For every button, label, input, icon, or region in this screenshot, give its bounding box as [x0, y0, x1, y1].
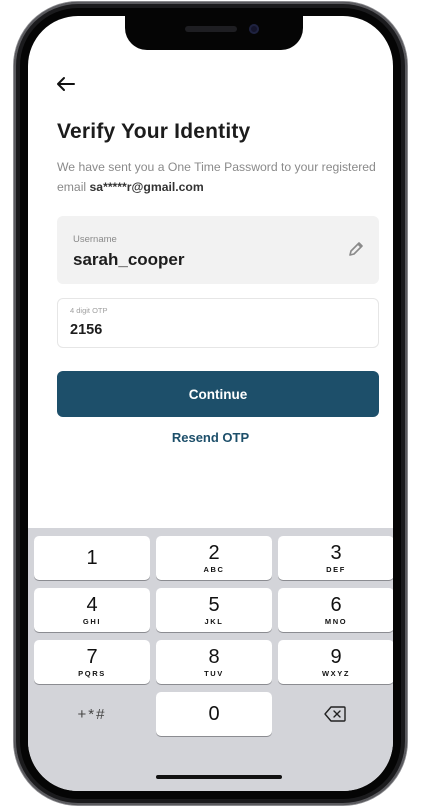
resend-otp-link[interactable]: Resend OTP: [28, 430, 393, 445]
key-letters: ABC: [203, 565, 225, 574]
key-number: 5: [208, 594, 220, 616]
key-8[interactable]: 8 TUV: [156, 640, 272, 684]
username-label: Username: [73, 234, 117, 245]
key-number: 1: [86, 547, 98, 569]
arrow-left-icon: [57, 77, 75, 91]
symbols-label: +*#: [77, 706, 107, 723]
continue-button[interactable]: Continue: [57, 371, 379, 417]
home-indicator[interactable]: [156, 775, 282, 779]
otp-input[interactable]: 4 digit OTP 2156: [57, 298, 379, 348]
key-number: 4: [86, 594, 98, 616]
phone-frame: Verify Your Identity We have sent you a …: [14, 2, 407, 805]
key-symbols[interactable]: +*#: [34, 692, 150, 736]
phone-bezel: Verify Your Identity We have sent you a …: [20, 8, 401, 799]
key-number: 8: [208, 646, 220, 668]
key-number: 9: [330, 646, 342, 668]
key-number: 0: [208, 703, 220, 725]
app-screen: Verify Your Identity We have sent you a …: [28, 16, 393, 791]
device-notch: [125, 16, 303, 50]
username-field[interactable]: Username sarah_cooper: [57, 216, 379, 284]
otp-label: 4 digit OTP: [70, 306, 108, 315]
key-7[interactable]: 7 PQRS: [34, 640, 150, 684]
key-letters: MNO: [324, 617, 348, 626]
key-1[interactable]: 1: [34, 536, 150, 580]
key-4[interactable]: 4 GHI: [34, 588, 150, 632]
key-number: 2: [208, 542, 220, 564]
speaker-grille: [185, 26, 237, 32]
key-3[interactable]: 3 DEF: [278, 536, 393, 580]
key-letters: GHI: [82, 617, 102, 626]
key-letters: WXYZ: [321, 669, 351, 678]
key-0[interactable]: 0: [156, 692, 272, 736]
page-subtitle: We have sent you a One Time Password to …: [57, 157, 389, 197]
key-number: 3: [330, 542, 342, 564]
key-letters: JKL: [204, 617, 224, 626]
key-number: 7: [86, 646, 98, 668]
page-title: Verify Your Identity: [57, 120, 251, 143]
pencil-icon[interactable]: [347, 240, 365, 258]
masked-email: sa*****r@gmail.com: [89, 180, 204, 194]
key-9[interactable]: 9 WXYZ: [278, 640, 393, 684]
front-camera: [249, 24, 259, 34]
key-5[interactable]: 5 JKL: [156, 588, 272, 632]
key-letters: DEF: [326, 565, 346, 574]
back-button[interactable]: [56, 74, 76, 96]
username-value: sarah_cooper: [73, 250, 185, 269]
delete-key[interactable]: [278, 692, 393, 736]
numeric-keypad: 1 2 ABC 3 DEF 4 GHI 5 JKL 6 MNO 7 PQRS 8…: [28, 528, 393, 791]
key-2[interactable]: 2 ABC: [156, 536, 272, 580]
key-letters: PQRS: [78, 669, 106, 678]
key-6[interactable]: 6 MNO: [278, 588, 393, 632]
backspace-icon: [324, 706, 346, 722]
key-letters: TUV: [204, 669, 224, 678]
key-number: 6: [330, 594, 342, 616]
otp-value: 2156: [70, 322, 103, 338]
